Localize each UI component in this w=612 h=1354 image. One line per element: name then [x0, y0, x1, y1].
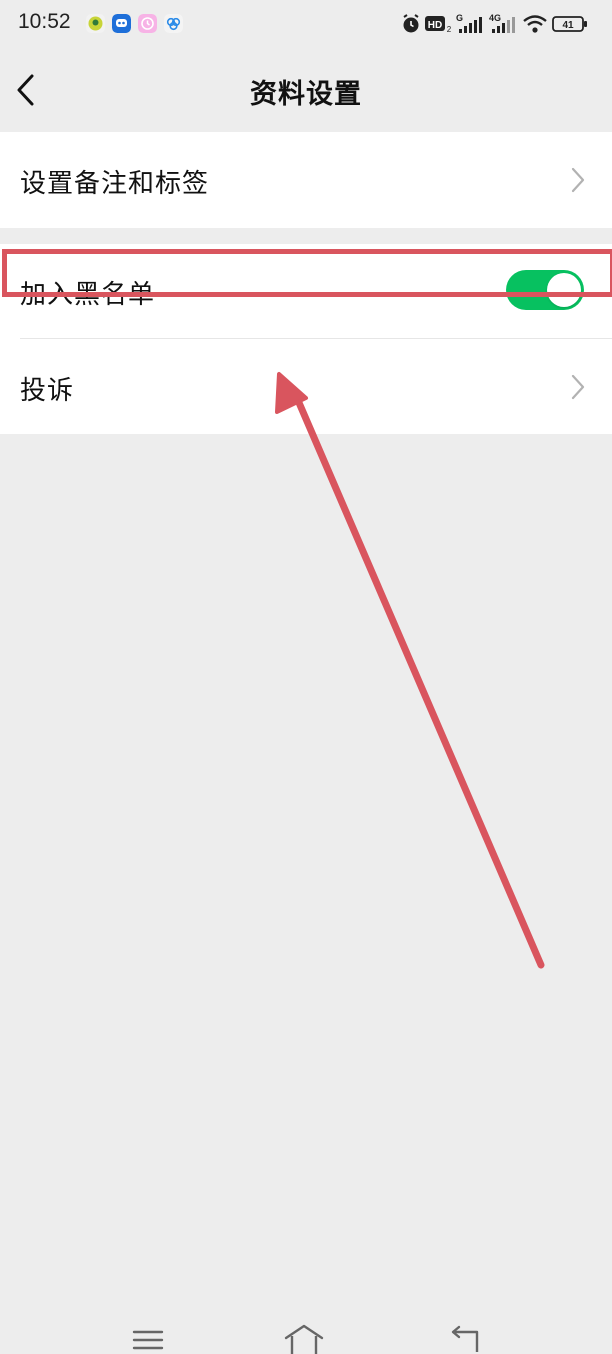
page-title: 资料设置	[250, 79, 362, 110]
network-label: 4G	[489, 13, 501, 23]
hd-icon: HD 2	[425, 16, 452, 34]
back-nav-icon[interactable]	[443, 1324, 487, 1354]
blacklist-label: 加入黑名单	[20, 280, 156, 310]
remark-tags-row[interactable]: 设置备注和标签	[0, 132, 612, 228]
complaint-label: 投诉	[20, 376, 75, 406]
toggle-knob	[547, 273, 581, 307]
complaint-row[interactable]: 投诉	[0, 340, 612, 434]
signal-label: G	[456, 13, 463, 23]
battery-level: 41	[562, 20, 574, 31]
row-divider	[20, 338, 612, 339]
system-nav-bar	[0, 1310, 612, 1354]
hd-label: HD	[428, 20, 442, 31]
app-notification-icon-3	[138, 14, 157, 33]
home-icon[interactable]	[282, 1324, 326, 1354]
blacklist-row[interactable]: 加入黑名单	[0, 244, 612, 340]
blacklist-toggle[interactable]	[506, 270, 584, 310]
alarm-icon	[403, 14, 419, 33]
settings-group-privacy: 加入黑名单 投诉	[0, 244, 612, 434]
chevron-right-icon	[571, 167, 585, 193]
remark-tags-label: 设置备注和标签	[20, 169, 210, 199]
chevron-right-icon	[571, 374, 585, 400]
app-notification-icon-2	[112, 14, 131, 33]
status-bar: 10:52 HD 2 G 4G 41	[0, 0, 612, 48]
app-notification-icon-4	[164, 14, 183, 33]
svg-text:2: 2	[447, 25, 452, 34]
status-time: 10:52	[18, 10, 71, 33]
settings-group-remarks: 设置备注和标签	[0, 132, 612, 228]
nav-bar: 资料设置	[0, 48, 612, 132]
signal-icon-1: G	[456, 13, 482, 33]
wifi-icon	[523, 15, 547, 33]
signal-icon-2: 4G	[489, 13, 515, 33]
menu-icon[interactable]	[126, 1324, 170, 1354]
battery-icon: 41	[552, 16, 587, 32]
app-notification-icon-1	[86, 14, 105, 33]
